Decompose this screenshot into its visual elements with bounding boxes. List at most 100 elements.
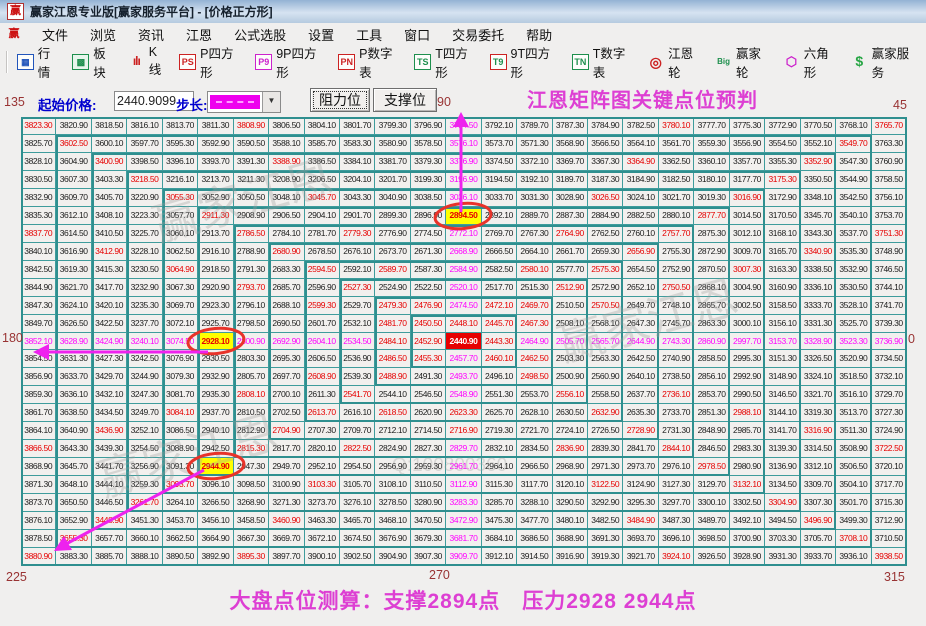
gann-cell[interactable]: 3187.30 xyxy=(588,170,624,189)
gann-cell[interactable]: 3789.70 xyxy=(517,117,553,135)
support-button[interactable]: 支撑位 xyxy=(373,88,437,112)
gann-cell[interactable]: 3708.10 xyxy=(836,530,872,549)
gann-cell[interactable]: 2793.70 xyxy=(233,278,270,297)
gann-cell[interactable]: 2937.70 xyxy=(198,404,234,423)
gann-cell[interactable]: 3664.90 xyxy=(198,530,234,549)
gann-cell[interactable]: 3571.30 xyxy=(517,134,553,153)
gann-cell[interactable]: 3777.70 xyxy=(694,117,730,135)
gann-cell[interactable]: 3669.70 xyxy=(269,530,305,549)
gann-cell[interactable]: 2685.70 xyxy=(269,278,305,297)
gann-cell[interactable]: 3283.30 xyxy=(446,494,482,513)
gann-cell[interactable]: 2743.30 xyxy=(658,332,695,351)
gann-cell[interactable]: 3859.30 xyxy=(21,386,57,405)
gann-cell[interactable]: 3914.50 xyxy=(517,548,553,566)
gann-cell[interactable]: 2695.30 xyxy=(269,350,305,369)
gann-cell[interactable]: 3727.30 xyxy=(871,404,907,423)
gann-cell[interactable]: 3326.50 xyxy=(800,350,837,369)
gann-cell[interactable]: 3177.70 xyxy=(729,170,766,189)
gann-cell[interactable]: 2762.50 xyxy=(588,224,624,243)
gann-cell[interactable]: 3537.70 xyxy=(836,224,872,243)
gann-cell[interactable]: 2899.30 xyxy=(375,206,411,225)
gann-cell[interactable]: 3756.10 xyxy=(871,188,907,207)
gann-cell[interactable]: 3249.70 xyxy=(127,404,163,423)
gann-cell[interactable]: 3861.70 xyxy=(21,404,57,423)
gann-cell[interactable]: 2716.90 xyxy=(446,422,482,441)
gann-cell[interactable]: 3021.70 xyxy=(658,188,695,207)
gann-cell[interactable]: 3468.10 xyxy=(375,512,411,531)
gann-cell[interactable]: 3340.90 xyxy=(800,242,837,261)
toolbar-item-行情[interactable]: ▦ 行情 xyxy=(16,43,62,81)
gann-cell[interactable]: 2985.70 xyxy=(729,422,766,441)
gann-cell[interactable]: 3064.90 xyxy=(162,260,199,279)
gann-cell[interactable]: 2498.50 xyxy=(517,368,553,387)
gann-cell[interactable]: 3379.30 xyxy=(410,152,447,171)
gann-cell[interactable]: 2863.30 xyxy=(694,314,730,333)
gann-cell[interactable]: 3189.70 xyxy=(552,170,589,189)
gann-cell[interactable]: 3410.50 xyxy=(91,224,128,243)
gann-cell[interactable]: 3266.50 xyxy=(198,494,234,513)
gann-cell[interactable]: 2532.10 xyxy=(339,314,376,333)
gann-cell[interactable]: 3124.90 xyxy=(623,476,659,495)
gann-cell[interactable]: 3484.90 xyxy=(623,512,659,531)
gann-cell[interactable]: 3684.10 xyxy=(481,530,518,549)
gann-cell[interactable]: 2779.30 xyxy=(339,224,376,243)
gann-cell[interactable]: 3429.70 xyxy=(91,368,128,387)
gann-cell[interactable]: 2632.90 xyxy=(588,404,624,423)
gann-cell[interactable]: 3031.30 xyxy=(517,188,553,207)
gann-cell[interactable]: 2904.10 xyxy=(304,206,340,225)
gann-cell[interactable]: 2829.70 xyxy=(446,440,482,459)
gann-cell[interactable]: 3489.70 xyxy=(694,512,730,531)
gann-cell[interactable]: 2676.10 xyxy=(339,242,376,261)
gann-cell[interactable]: 3403.30 xyxy=(91,170,128,189)
gann-cell[interactable]: 3772.90 xyxy=(765,117,801,135)
gann-cell[interactable]: 2704.90 xyxy=(269,422,305,441)
gann-cell[interactable]: 3871.30 xyxy=(21,476,57,495)
gann-cell[interactable]: 3290.50 xyxy=(552,494,589,513)
gann-cell[interactable]: 3436.90 xyxy=(91,422,128,441)
step-dropdown[interactable]: ▼ xyxy=(207,91,281,113)
gann-cell[interactable]: 2440.90 xyxy=(446,332,482,351)
gann-cell[interactable]: 3535.30 xyxy=(836,242,872,261)
gann-cell[interactable]: 3885.70 xyxy=(91,548,128,566)
gann-cell[interactable]: 3576.10 xyxy=(446,134,482,153)
gann-cell[interactable]: 2640.10 xyxy=(623,368,659,387)
gann-cell[interactable]: 2649.70 xyxy=(623,296,659,315)
gann-cell[interactable]: 3052.90 xyxy=(198,188,234,207)
gann-cell[interactable]: 3372.10 xyxy=(517,152,553,171)
gann-cell[interactable]: 2680.90 xyxy=(269,242,305,261)
gann-cell[interactable]: 3072.10 xyxy=(162,314,199,333)
gann-cell[interactable]: 2524.90 xyxy=(375,278,411,297)
gann-cell[interactable]: 2764.90 xyxy=(552,224,589,243)
gann-cell[interactable]: 3223.30 xyxy=(127,206,163,225)
gann-cell[interactable]: 2997.70 xyxy=(729,332,766,351)
gann-cell[interactable]: 2472.10 xyxy=(481,296,518,315)
gann-cell[interactable]: 3362.50 xyxy=(658,152,695,171)
gann-cell[interactable]: 2983.30 xyxy=(729,440,766,459)
gann-cell[interactable]: 3100.90 xyxy=(269,476,305,495)
gann-cell[interactable]: 3456.10 xyxy=(198,512,234,531)
gann-cell[interactable]: 3415.30 xyxy=(91,260,128,279)
gann-cell[interactable]: 2870.50 xyxy=(694,260,730,279)
gann-cell[interactable]: 2822.50 xyxy=(339,440,376,459)
gann-cell[interactable]: 2580.10 xyxy=(517,260,553,279)
gann-cell[interactable]: 3084.10 xyxy=(162,404,199,423)
gann-cell[interactable]: 2565.70 xyxy=(588,332,624,351)
gann-cell[interactable]: 3602.50 xyxy=(56,134,92,153)
gann-cell[interactable]: 2517.70 xyxy=(481,278,518,297)
gann-cell[interactable]: 3103.30 xyxy=(304,476,340,495)
gann-cell[interactable]: 3050.50 xyxy=(233,188,270,207)
gann-cell[interactable]: 3782.50 xyxy=(623,117,659,135)
gann-cell[interactable]: 3012.10 xyxy=(729,224,766,243)
gann-cell[interactable]: 3060.10 xyxy=(162,224,199,243)
gann-cell[interactable]: 3631.30 xyxy=(56,350,92,369)
gann-cell[interactable]: 3220.90 xyxy=(127,188,163,207)
gann-cell[interactable]: 2469.70 xyxy=(517,296,553,315)
gann-cell[interactable]: 3784.90 xyxy=(588,117,624,135)
gann-cell[interactable]: 3636.10 xyxy=(56,386,92,405)
gann-cell[interactable]: 3182.50 xyxy=(658,170,695,189)
gann-cell[interactable]: 3532.90 xyxy=(836,260,872,279)
gann-cell[interactable]: 2539.30 xyxy=(339,368,376,387)
gann-cell[interactable]: 2697.70 xyxy=(269,368,305,387)
gann-cell[interactable]: 3732.10 xyxy=(871,368,907,387)
gann-cell[interactable]: 3657.70 xyxy=(91,530,128,549)
